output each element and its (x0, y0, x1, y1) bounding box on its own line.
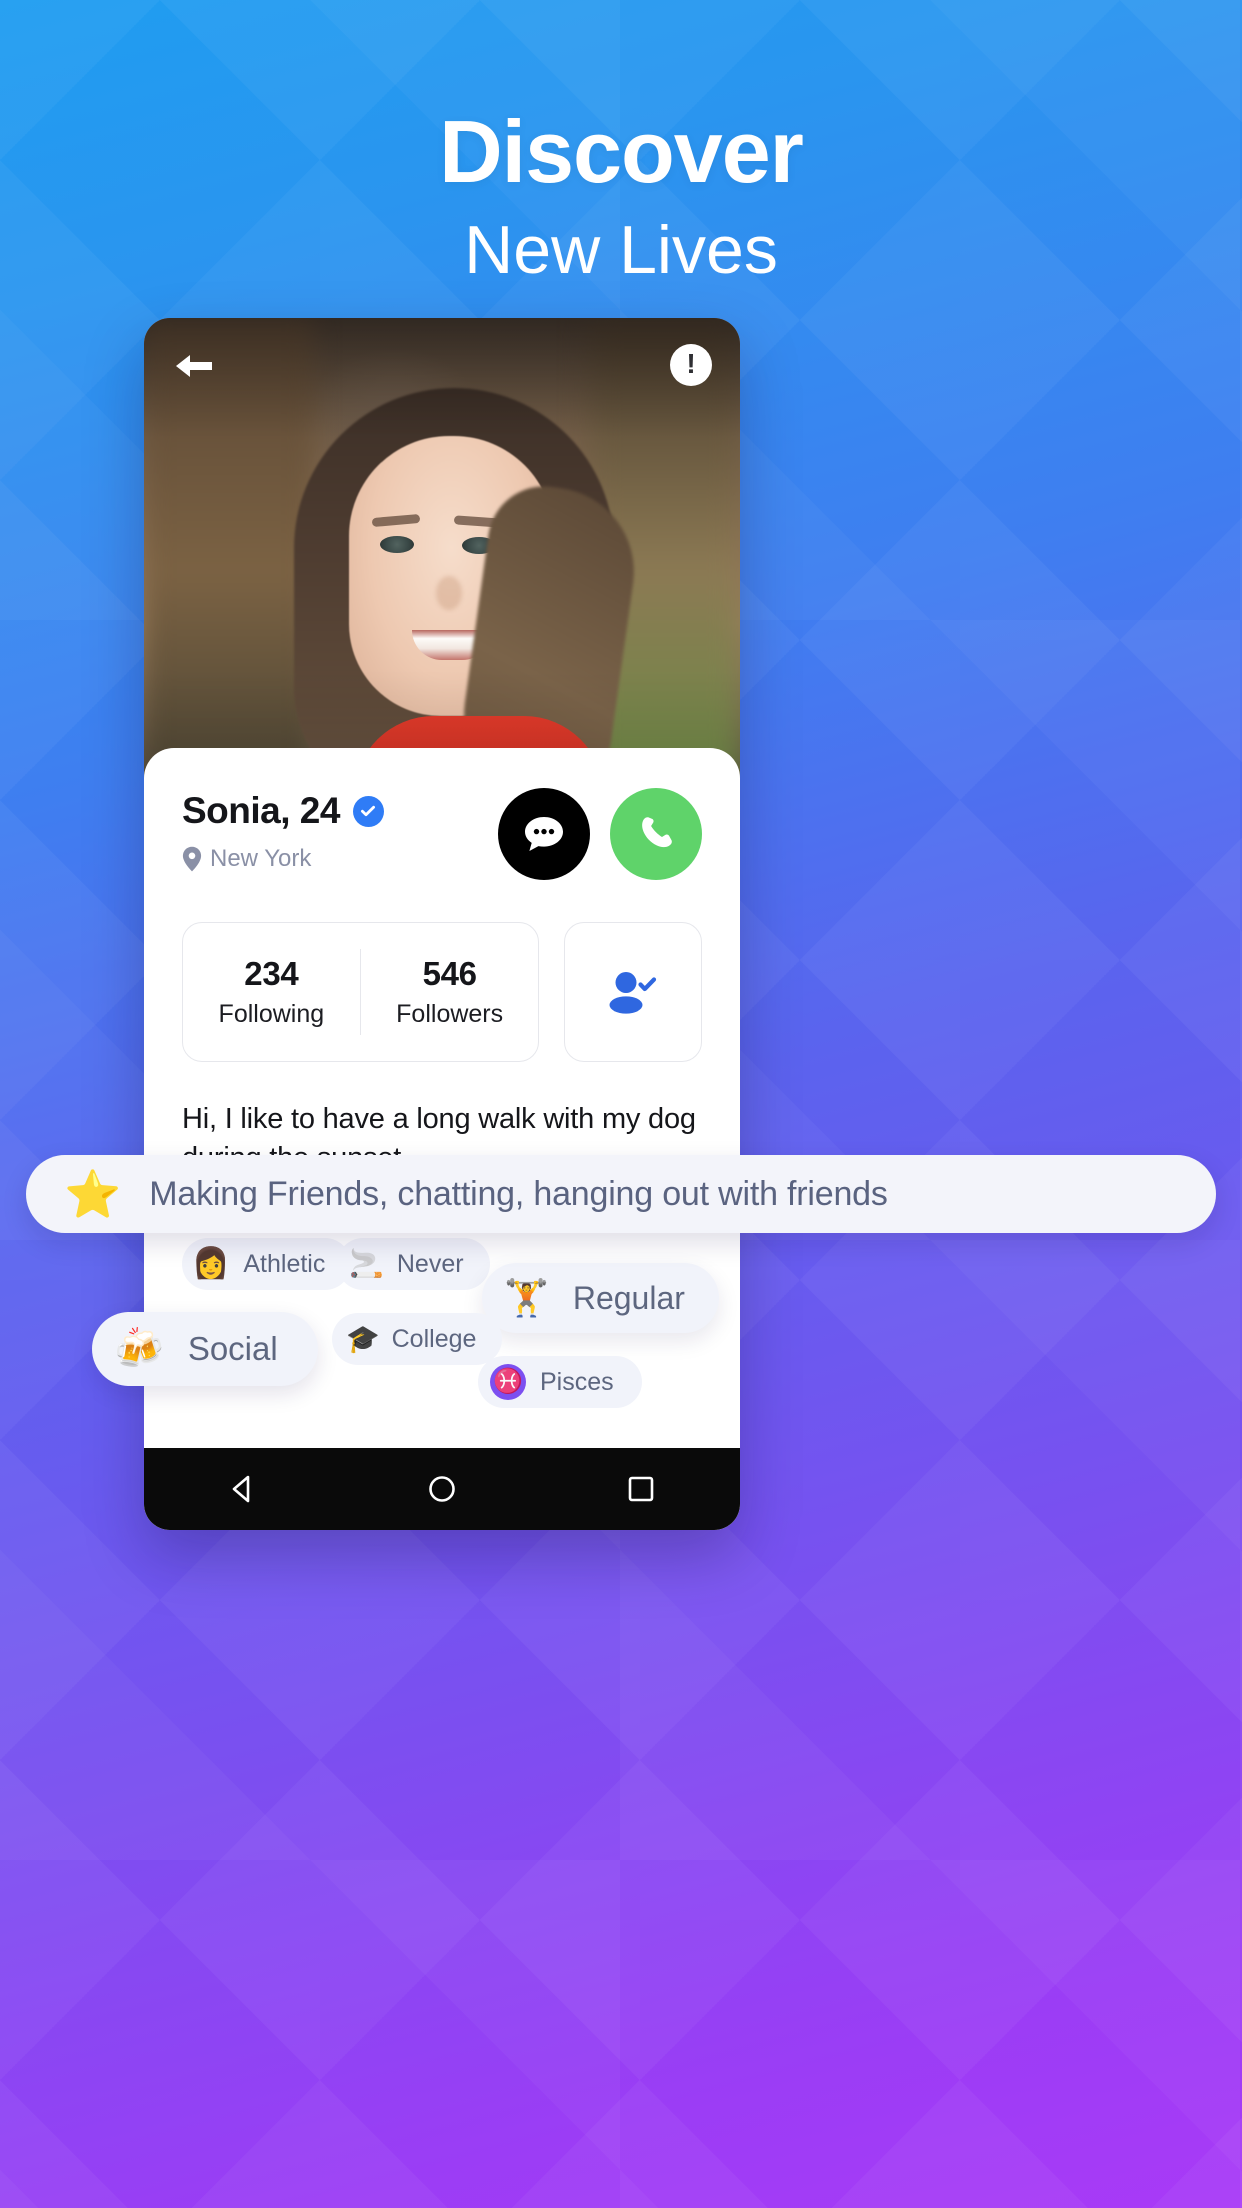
location-line: New York (182, 845, 384, 873)
graduation-cap-icon: 🎓 (346, 1323, 380, 1354)
tag-label: Pisces (540, 1367, 614, 1396)
gallery-dot[interactable] (414, 751, 426, 762)
star-icon: ⭐ (64, 1168, 122, 1220)
person-icon: 👩 (192, 1247, 230, 1280)
location-text: New York (210, 845, 312, 872)
nav-recents-button[interactable] (624, 1472, 658, 1506)
gallery-dot[interactable] (436, 751, 448, 762)
hero-header: Discover New Lives (0, 102, 1242, 289)
cigarette-icon: 🚬 (349, 1248, 384, 1279)
location-pin-icon (182, 846, 202, 872)
stat-value: 546 (422, 955, 477, 992)
stats-card: 234 Following 546 Followers (182, 922, 539, 1062)
tag-label: Athletic (243, 1249, 326, 1278)
tag-chip-never[interactable]: 🚬 Never (337, 1238, 490, 1290)
tag-chip-social[interactable]: 🍻 Social (92, 1312, 318, 1386)
gallery-dot[interactable] (458, 751, 470, 762)
pisces-icon: ♓ (490, 1364, 526, 1400)
profile-name: Sonia, 24 (182, 790, 340, 831)
photo-top-bar: ! (144, 318, 740, 414)
chat-button[interactable] (498, 788, 590, 880)
gallery-dots[interactable] (144, 751, 740, 762)
phone-icon (642, 817, 672, 848)
tag-chip-pisces[interactable]: ♓ Pisces (478, 1356, 642, 1408)
back-button[interactable] (172, 346, 216, 386)
tag-chip-regular[interactable]: 🏋 Regular (482, 1263, 719, 1333)
gallery-dot[interactable] (392, 751, 404, 762)
chat-bubble-icon (525, 817, 563, 851)
tag-label: College (391, 1324, 477, 1353)
tag-chip-college[interactable]: 🎓 College (332, 1313, 503, 1365)
report-button[interactable]: ! (670, 344, 712, 386)
tag-label: Never (396, 1249, 464, 1278)
tag-label: Social (187, 1330, 278, 1367)
square-recents-icon (628, 1476, 653, 1502)
verified-check-icon (361, 805, 376, 817)
name-block: Sonia, 24 New York (182, 786, 384, 873)
person-check-icon (609, 972, 657, 1014)
stat-label: Following (218, 1000, 325, 1028)
stat-followers[interactable]: 546 Followers (361, 955, 538, 1029)
profile-header-row: Sonia, 24 New York (182, 786, 702, 880)
arrow-left-icon (176, 355, 212, 377)
add-friend-button[interactable] (564, 922, 702, 1062)
call-button[interactable] (610, 788, 702, 880)
exclamation-icon: ! (686, 348, 696, 379)
beer-mugs-icon: 🍻 (114, 1327, 164, 1371)
nav-back-button[interactable] (226, 1472, 260, 1506)
circle-home-icon (429, 1476, 455, 1502)
nav-home-button[interactable] (425, 1472, 459, 1506)
tag-chip-athletic[interactable]: 👩 Athletic (182, 1238, 352, 1290)
verified-badge (352, 795, 384, 827)
stats-row: 234 Following 546 Followers (182, 922, 702, 1062)
looking-for-text: Making Friends, chatting, hanging out wi… (149, 1174, 888, 1213)
tag-label: Regular (572, 1279, 685, 1316)
stat-label: Followers (396, 1000, 504, 1028)
profile-sheet: Sonia, 24 New York 234 Following 546 Fol… (144, 748, 740, 1530)
stat-value: 234 (244, 955, 299, 992)
gallery-dot[interactable] (480, 751, 492, 762)
stat-following[interactable]: 234 Following (183, 955, 360, 1029)
dumbbell-icon: 🏋 (504, 1277, 549, 1318)
looking-for-pill[interactable]: ⭐ Making Friends, chatting, hanging out … (26, 1155, 1216, 1233)
triangle-back-icon (233, 1475, 250, 1503)
profile-photo[interactable]: ! (144, 318, 740, 780)
android-navigation-bar (144, 1448, 740, 1530)
name-line: Sonia, 24 (182, 790, 384, 832)
page-subtitle: New Lives (464, 212, 778, 288)
page-title: Discover (439, 102, 804, 201)
action-buttons (498, 786, 702, 880)
